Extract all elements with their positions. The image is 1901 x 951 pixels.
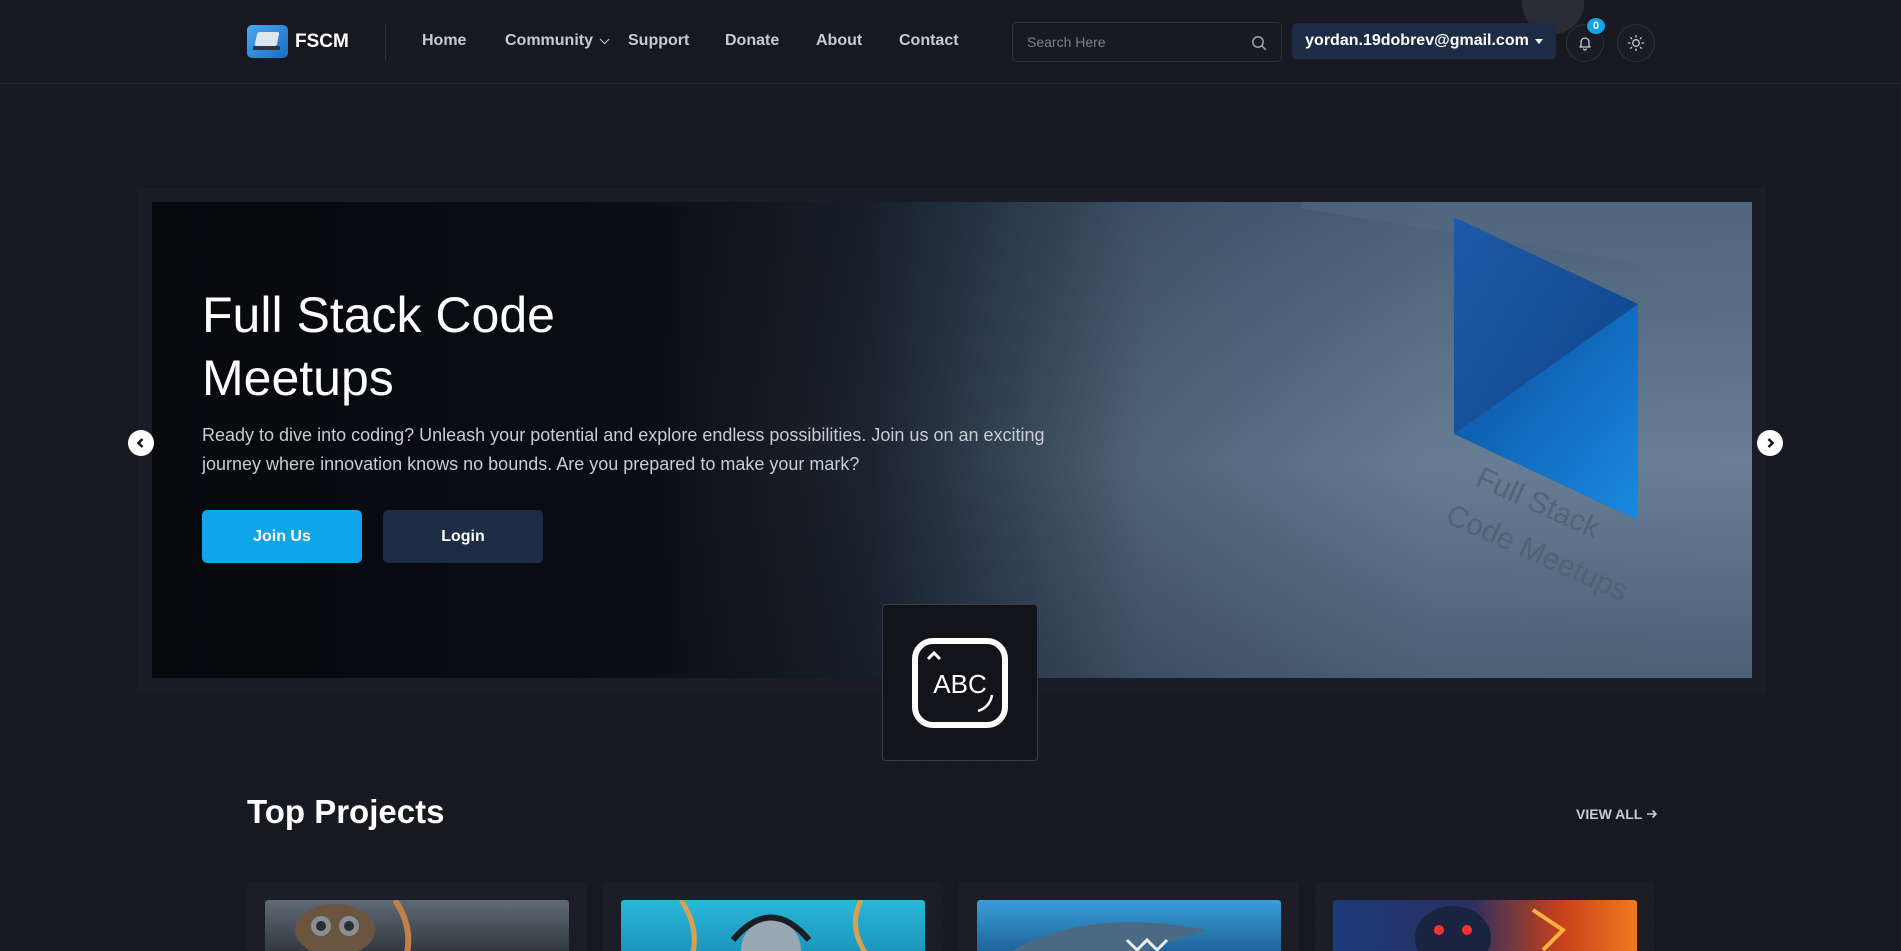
- brand-logo[interactable]: FSCM: [247, 25, 349, 58]
- carousel-next-button[interactable]: [1757, 430, 1783, 456]
- carousel-prev-button[interactable]: [128, 430, 154, 456]
- hero-title-line2: Meetups: [202, 350, 394, 406]
- search-icon[interactable]: [1251, 35, 1267, 51]
- notification-badge: 0: [1585, 16, 1607, 36]
- project-thumbnail: [977, 900, 1281, 951]
- header-divider: [385, 24, 386, 60]
- hero-title: Full Stack Code Meetups: [202, 284, 762, 410]
- project-thumbnail: [621, 898, 925, 951]
- search-box: [1012, 22, 1282, 62]
- bell-icon: [1579, 37, 1591, 51]
- shark-image: [1011, 922, 1207, 951]
- project-card[interactable]: [247, 882, 587, 951]
- view-all-link[interactable]: VIEW ALL: [1576, 806, 1658, 822]
- robot-ape-image: [1415, 906, 1567, 951]
- steampunk-creature-image: [295, 898, 412, 951]
- section-title: Top Projects: [247, 793, 445, 830]
- keyboard-abc-icon: ABC: [912, 637, 1008, 728]
- nav-donate[interactable]: Donate: [725, 32, 779, 50]
- text-input-overlay-tile[interactable]: ABC: [882, 604, 1038, 761]
- user-email: yordan.19dobrev@gmail.com: [1305, 32, 1529, 49]
- project-card[interactable]: [603, 882, 943, 951]
- nav-about[interactable]: About: [816, 32, 862, 50]
- project-card[interactable]: [1315, 882, 1655, 951]
- nav-contact[interactable]: Contact: [899, 32, 959, 50]
- globe-headphones-image: [678, 898, 868, 951]
- abc-label: ABC: [933, 669, 986, 699]
- hero-title-line1: Full Stack Code: [202, 287, 555, 343]
- top-navbar: FSCM Home Community Support Donate About…: [0, 0, 1901, 84]
- project-thumbnail: [1333, 900, 1637, 951]
- hero-description: Ready to dive into coding? Unleash your …: [202, 425, 1045, 474]
- chevron-left-icon: [136, 438, 144, 448]
- view-all-label: VIEW ALL: [1576, 806, 1643, 822]
- join-us-button[interactable]: Join Us: [202, 510, 362, 563]
- hero-logo-art: Full Stack Code Meetups: [1302, 202, 1752, 608]
- theme-toggle-button[interactable]: [1617, 24, 1655, 62]
- login-button[interactable]: Login: [383, 510, 543, 563]
- nav-community-label: Community: [505, 32, 593, 49]
- project-card[interactable]: [959, 882, 1299, 951]
- user-menu-button[interactable]: yordan.19dobrev@gmail.com: [1292, 23, 1556, 59]
- nav-support[interactable]: Support: [628, 32, 689, 50]
- chevron-right-icon: [1767, 438, 1775, 448]
- chevron-down-icon: [599, 34, 610, 45]
- caret-down-icon: [1534, 38, 1543, 44]
- nav-home[interactable]: Home: [422, 32, 466, 50]
- project-thumbnail: [265, 898, 569, 951]
- arrow-right-icon: [1647, 809, 1658, 819]
- laptop-logo-icon: [247, 25, 288, 58]
- brand-name: FSCM: [295, 30, 349, 52]
- search-input[interactable]: [1027, 23, 1247, 61]
- sun-icon: [1627, 34, 1645, 52]
- nav-community[interactable]: Community: [505, 32, 610, 50]
